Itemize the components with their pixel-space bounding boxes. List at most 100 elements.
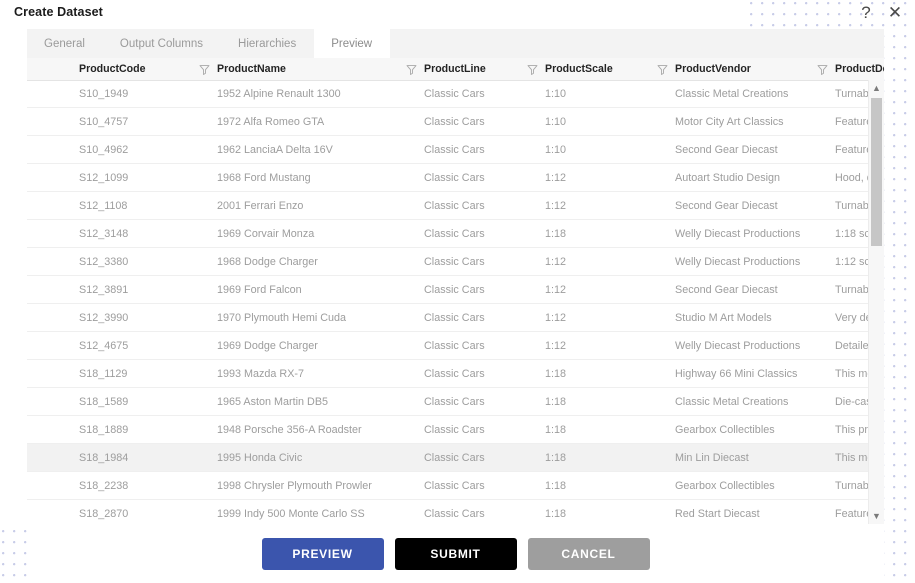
cell-productvendor: Second Gear Diecast	[675, 143, 778, 156]
scrollbar-thumb[interactable]	[871, 98, 882, 246]
table-row[interactable]: S10_4757 1972 Alfa Romeo GTA Classic Cars 1…	[27, 108, 884, 136]
submit-button[interactable]: SUBMIT	[394, 537, 517, 570]
cell-productcode: S18_2870	[79, 507, 129, 520]
cell-productline: Classic Cars	[424, 199, 485, 212]
table-row[interactable]: S18_1129 1993 Mazda RX-7 Classic Cars 1:18 H…	[27, 360, 884, 388]
column-header-label: ProductVendor	[675, 63, 751, 75]
header-gutter	[27, 58, 75, 80]
cell-productcode: S18_1129	[79, 367, 128, 380]
table-row[interactable]: S12_3891 1969 Ford Falcon Classic Cars 1:12…	[27, 276, 884, 304]
cell-productvendor: Gearbox Collectibles	[675, 479, 775, 492]
dialog-title-bar: Create Dataset ? ✕	[0, 0, 915, 27]
cell-productscale: 1:12	[545, 171, 567, 184]
cell-productline: Classic Cars	[424, 255, 485, 268]
table-row[interactable]: S18_2238 1998 Chrysler Plymouth Prowler Cl…	[27, 472, 884, 500]
column-header-label: ProductCode	[79, 63, 146, 75]
cell-productname: 1952 Alpine Renault 1300	[217, 87, 341, 100]
cell-productscale: 1:12	[545, 339, 567, 352]
cell-productname: 1968 Dodge Charger	[217, 255, 318, 268]
filter-icon[interactable]	[656, 63, 669, 76]
cell-productname: 1969 Ford Falcon	[217, 283, 302, 296]
table-row[interactable]: S18_1589 1965 Aston Martin DB5 Classic Car…	[27, 388, 884, 416]
cell-productcode: S12_3990	[79, 311, 129, 324]
cell-productcode: S18_1984	[79, 451, 129, 464]
cell-productline: Classic Cars	[424, 143, 485, 156]
cell-productvendor: Studio M Art Models	[675, 311, 772, 324]
table-row[interactable]: S12_3380 1968 Dodge Charger Classic Cars 1:…	[27, 248, 884, 276]
table-body: S10_1949 1952 Alpine Renault 1300 Classic …	[27, 80, 884, 524]
cell-productname: 1962 LanciaA Delta 16V	[217, 143, 333, 156]
filter-icon[interactable]	[816, 63, 829, 76]
tab-bar: General Output Columns Hierarchies Preview	[27, 29, 884, 59]
cell-productline: Classic Cars	[424, 367, 485, 380]
column-header-productline[interactable]: ProductLine	[420, 58, 526, 80]
cell-productscale: 1:18	[545, 479, 567, 492]
cell-productcode: S10_1949	[79, 87, 129, 100]
table-row[interactable]: S18_2870 1999 Indy 500 Monte Carlo SS Clas…	[27, 500, 884, 524]
column-header-label: ProductLine	[424, 63, 486, 75]
table-row[interactable]: S10_4962 1962 LanciaA Delta 16V Classic Ca…	[27, 136, 884, 164]
table-row[interactable]: S12_4675 1969 Dodge Charger Classic Cars 1:…	[27, 332, 884, 360]
cell-productvendor: Welly Diecast Productions	[675, 227, 801, 240]
cell-productscale: 1:12	[545, 283, 567, 296]
close-icon[interactable]: ✕	[884, 2, 906, 24]
cell-productline: Classic Cars	[424, 115, 485, 128]
cell-productvendor: Motor City Art Classics	[675, 115, 784, 128]
cell-productname: 1995 Honda Civic	[217, 451, 303, 464]
tab-general[interactable]: General	[27, 29, 103, 58]
column-header-productcode[interactable]: ProductCode	[75, 58, 198, 80]
cell-productcode: S18_1589	[79, 395, 129, 408]
column-header-productscale[interactable]: ProductScale	[541, 58, 656, 80]
cell-productcode: S18_1889	[79, 423, 129, 436]
page-title: Create Dataset	[14, 5, 103, 19]
cell-productscale: 1:18	[545, 367, 567, 380]
cell-productvendor: Welly Diecast Productions	[675, 339, 801, 352]
table-row[interactable]: S12_3148 1969 Corvair Monza Classic Cars 1:…	[27, 220, 884, 248]
cell-productname: 2001 Ferrari Enzo	[217, 199, 304, 212]
cancel-button[interactable]: CANCEL	[527, 537, 650, 570]
table-row[interactable]: S12_1108 2001 Ferrari Enzo Classic Cars 1:1…	[27, 192, 884, 220]
tab-preview[interactable]: Preview	[314, 29, 391, 58]
cell-productcode: S12_1099	[79, 171, 129, 184]
filter-icon[interactable]	[526, 63, 539, 76]
cell-productscale: 1:10	[545, 87, 567, 100]
chevron-down-icon[interactable]: ▼	[869, 508, 884, 524]
cell-productcode: S12_4675	[79, 339, 129, 352]
cell-productname: 1972 Alfa Romeo GTA	[217, 115, 325, 128]
cell-productline: Classic Cars	[424, 395, 485, 408]
cell-productscale: 1:10	[545, 143, 567, 156]
preview-button[interactable]: PREVIEW	[261, 537, 384, 570]
column-header-productvendor[interactable]: ProductVendor	[671, 58, 816, 80]
help-icon[interactable]: ?	[855, 2, 877, 24]
table-row[interactable]: S12_3990 1970 Plymouth Hemi Cuda Classic C…	[27, 304, 884, 332]
filter-icon[interactable]	[405, 63, 418, 76]
table-header-row: ProductCode ProductName ProductLine Product…	[27, 58, 884, 81]
cell-productline: Classic Cars	[424, 311, 485, 324]
cell-productvendor: Autoart Studio Design	[675, 171, 781, 184]
tab-output-columns[interactable]: Output Columns	[103, 29, 221, 58]
table-vertical-scrollbar[interactable]: ▲ ▼	[868, 80, 884, 524]
cell-productline: Classic Cars	[424, 451, 485, 464]
cell-productvendor: Red Start Diecast	[675, 507, 760, 520]
filter-icon[interactable]	[198, 63, 211, 76]
cell-productline: Classic Cars	[424, 339, 485, 352]
table-row[interactable]: S12_1099 1968 Ford Mustang Classic Cars 1:1…	[27, 164, 884, 192]
column-header-productname[interactable]: ProductName	[213, 58, 405, 80]
cell-productscale: 1:18	[545, 227, 567, 240]
table-row[interactable]: S18_1984 1995 Honda Civic Classic Cars 1:18…	[27, 444, 884, 472]
cell-productline: Classic Cars	[424, 479, 485, 492]
table-row[interactable]: S18_1889 1948 Porsche 356-A Roadster Class…	[27, 416, 884, 444]
cell-productscale: 1:18	[545, 423, 567, 436]
column-header-productdescription[interactable]: ProductDescription	[831, 58, 884, 80]
cell-productcode: S12_1108	[79, 199, 128, 212]
chevron-up-icon[interactable]: ▲	[869, 80, 884, 96]
cell-productline: Classic Cars	[424, 283, 485, 296]
cell-productscale: 1:18	[545, 395, 567, 408]
tab-hierarchies[interactable]: Hierarchies	[221, 29, 314, 58]
cell-productcode: S12_3148	[79, 227, 129, 240]
column-header-label: ProductScale	[545, 63, 613, 75]
table-row[interactable]: S10_1949 1952 Alpine Renault 1300 Classic …	[27, 80, 884, 108]
cell-productscale: 1:12	[545, 199, 567, 212]
cell-productcode: S12_3380	[79, 255, 129, 268]
cell-productscale: 1:12	[545, 311, 567, 324]
